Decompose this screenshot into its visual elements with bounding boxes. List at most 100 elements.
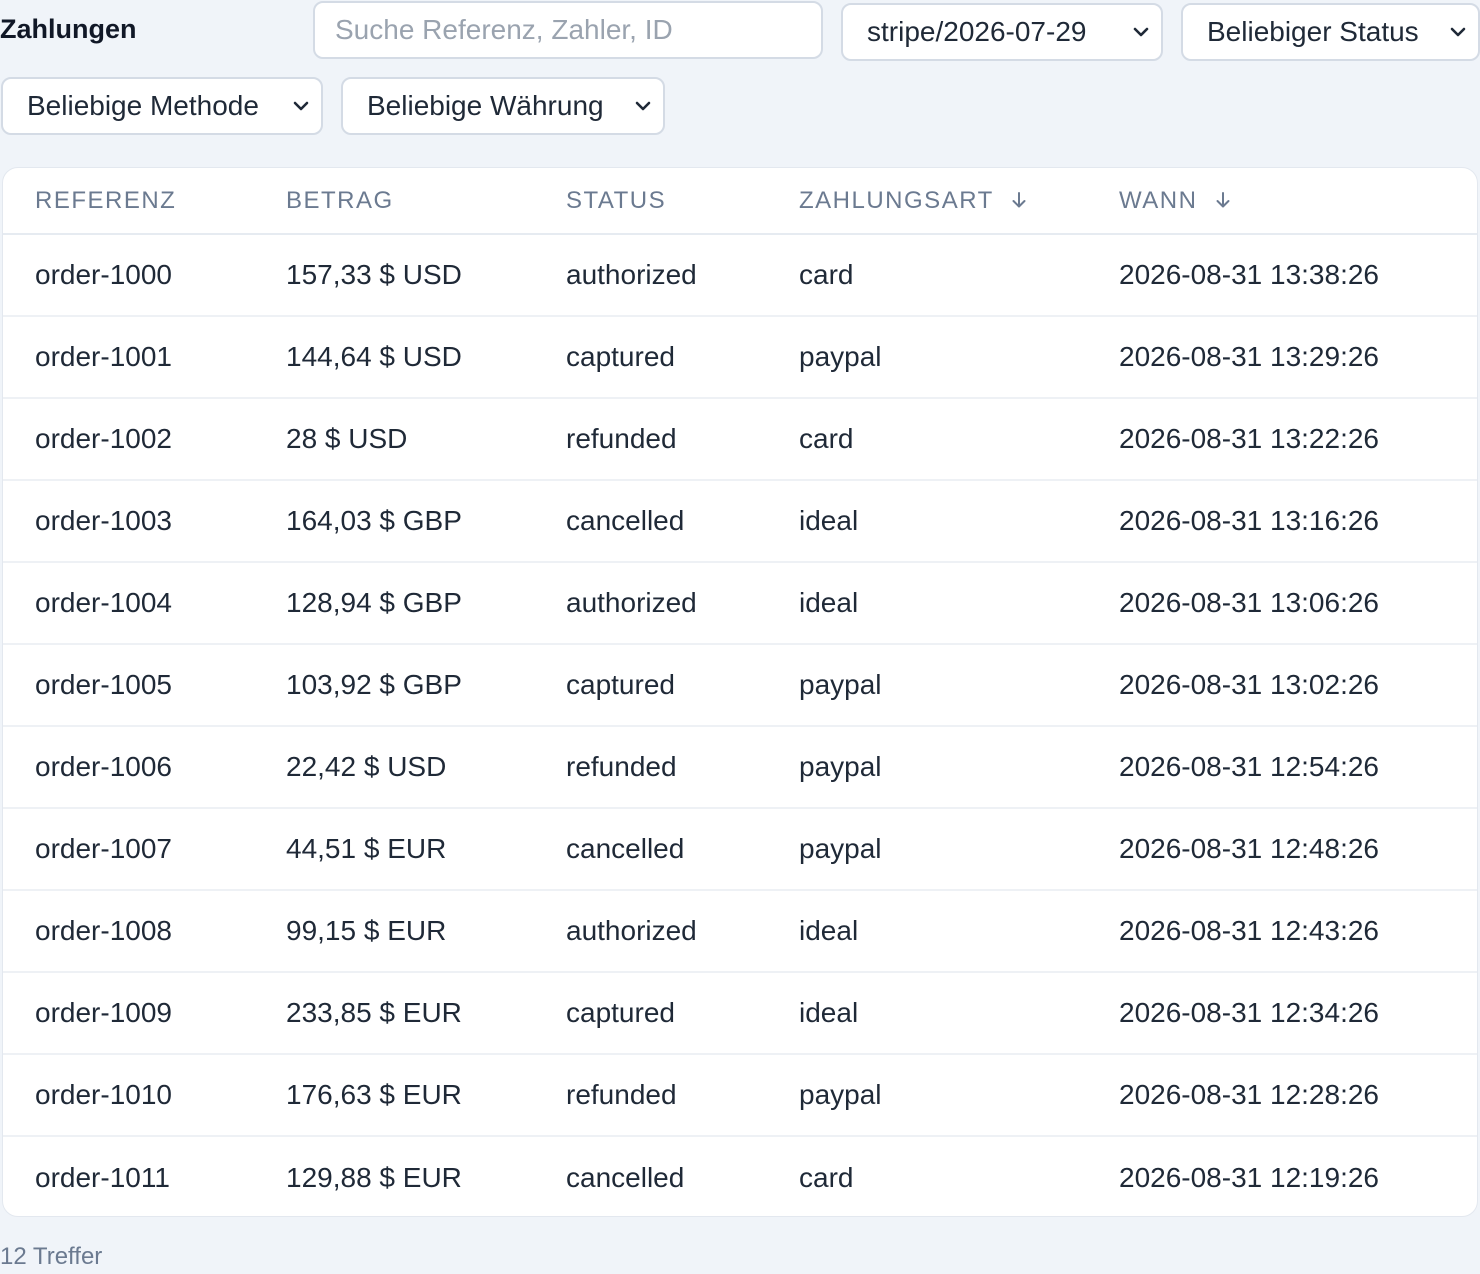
result-count: 12 Treffer	[0, 1243, 103, 1270]
cell-amount: 22,42 $ USD	[286, 726, 566, 809]
cell-when: 2026-08-31 13:38:26	[1119, 234, 1477, 317]
cell-reference: order-1008	[3, 890, 286, 973]
cell-method: paypal	[799, 726, 1119, 809]
cell-amount: 176,63 $ EUR	[286, 1054, 566, 1137]
cell-method: paypal	[799, 808, 1119, 891]
status-select[interactable]: Beliebiger Status	[1181, 3, 1480, 61]
currency-select-value: Beliebige Währung	[367, 90, 604, 121]
account-select[interactable]: stripe/2026-07-29	[841, 3, 1163, 61]
column-header-label: STATUS	[566, 186, 667, 214]
cell-amount: 164,03 $ GBP	[286, 480, 566, 563]
cell-amount: 144,64 $ USD	[286, 316, 566, 399]
cell-when: 2026-08-31 12:28:26	[1119, 1054, 1477, 1137]
cell-when: 2026-08-31 13:06:26	[1119, 562, 1477, 645]
arrow-down-icon	[1216, 191, 1230, 207]
cell-method: card	[799, 398, 1119, 481]
cell-reference: order-1005	[3, 644, 286, 727]
cell-status: cancelled	[566, 480, 799, 563]
chevron-down-icon	[1450, 27, 1466, 37]
chevron-down-icon	[635, 101, 651, 111]
cell-status: authorized	[566, 234, 799, 317]
table-row[interactable]: order-1001 144,64 $ USD captured paypal 2026…	[3, 316, 1477, 399]
cell-amount: 103,92 $ GBP	[286, 644, 566, 727]
column-header-label: REFERENZ	[35, 186, 177, 214]
chevron-down-icon	[293, 101, 309, 111]
table-body: order-1000 157,33 $ USD authorized card 2026…	[3, 234, 1477, 1216]
cell-status: captured	[566, 316, 799, 399]
cell-status: cancelled	[566, 1161, 685, 1193]
column-header-status[interactable]: STATUS	[566, 168, 799, 235]
search-input[interactable]	[313, 1, 823, 59]
cell-reference: order-1009	[3, 972, 286, 1055]
table-row[interactable]: order-1010 176,63 $ EUR refunded paypal 2026…	[3, 1054, 1477, 1137]
cell-reference: order-1000	[3, 234, 286, 317]
cell-method: ideal	[799, 972, 1119, 1055]
column-header-amount[interactable]: BETRAG	[286, 168, 566, 235]
cell-when: 2026-08-31 12:19:26	[1119, 1161, 1379, 1193]
column-header-label: BETRAG	[286, 186, 394, 214]
payments-table: REFERENZ BETRAG STATUS ZAHLUNGSART WANN	[3, 168, 1477, 1216]
cell-method: paypal	[799, 1054, 1119, 1137]
table-row[interactable]: order-1004 128,94 $ GBP authorized ideal 202…	[3, 562, 1477, 645]
cell-status: refunded	[566, 1054, 799, 1137]
cell-amount: 157,33 $ USD	[286, 234, 566, 317]
table-row[interactable]: order-1005 103,92 $ GBP captured paypal 2026…	[3, 644, 1477, 727]
account-select-value: stripe/2026-07-29	[867, 16, 1087, 47]
column-header-method[interactable]: ZAHLUNGSART	[799, 168, 1119, 235]
cell-method: card	[799, 1161, 854, 1193]
table-row[interactable]: order-1007 44,51 $ EUR cancelled paypal 2026…	[3, 808, 1477, 891]
column-header-when[interactable]: WANN	[1119, 168, 1477, 235]
cell-status: authorized	[566, 890, 799, 973]
cell-status: captured	[566, 644, 799, 727]
table-row[interactable]: order-1011 129,88 $ EUR cancelled card 2026-…	[3, 1136, 1477, 1216]
cell-reference: order-1004	[3, 562, 286, 645]
table-header-row: REFERENZ BETRAG STATUS ZAHLUNGSART WANN	[3, 168, 1477, 235]
cell-amount: 129,88 $ EUR	[286, 1161, 462, 1193]
table-header: REFERENZ BETRAG STATUS ZAHLUNGSART WANN	[3, 168, 1477, 235]
method-select[interactable]: Beliebige Methode	[1, 77, 323, 135]
cell-when: 2026-08-31 12:34:26	[1119, 972, 1477, 1055]
column-header-label: WANN	[1119, 186, 1198, 214]
page-title: Zahlungen	[0, 14, 137, 44]
cell-status: captured	[566, 972, 799, 1055]
cell-reference: order-1001	[3, 316, 286, 399]
table-row[interactable]: order-1000 157,33 $ USD authorized card 2026…	[3, 234, 1477, 317]
table-row[interactable]: order-1009 233,85 $ EUR captured ideal 2026-…	[3, 972, 1477, 1055]
cell-reference: order-1003	[3, 480, 286, 563]
cell-status: authorized	[566, 562, 799, 645]
cell-reference: order-1011	[35, 1161, 170, 1193]
cell-method: paypal	[799, 316, 1119, 399]
chevron-down-icon	[1133, 27, 1149, 37]
payments-table-card: REFERENZ BETRAG STATUS ZAHLUNGSART WANN	[2, 167, 1478, 1217]
cell-amount: 28 $ USD	[286, 398, 566, 481]
method-select-value: Beliebige Methode	[27, 90, 259, 121]
column-header-reference[interactable]: REFERENZ	[3, 168, 286, 235]
cell-reference: order-1010	[3, 1054, 286, 1137]
cell-amount: 44,51 $ EUR	[286, 808, 566, 891]
table-row[interactable]: order-1008 99,15 $ EUR authorized ideal 2026…	[3, 890, 1477, 973]
cell-amount: 128,94 $ GBP	[286, 562, 566, 645]
column-header-label: ZAHLUNGSART	[799, 186, 994, 214]
cell-status: refunded	[566, 726, 799, 809]
cell-amount: 233,85 $ EUR	[286, 972, 566, 1055]
table-row[interactable]: order-1006 22,42 $ USD refunded paypal 2026-…	[3, 726, 1477, 809]
cell-when: 2026-08-31 13:02:26	[1119, 644, 1477, 727]
table-row[interactable]: order-1002 28 $ USD refunded card 2026-08-31…	[3, 398, 1477, 481]
cell-method: ideal	[799, 480, 1119, 563]
currency-select[interactable]: Beliebige Währung	[341, 77, 665, 135]
cell-when: 2026-08-31 13:22:26	[1119, 398, 1477, 481]
cell-method: ideal	[799, 562, 1119, 645]
cell-status: refunded	[566, 398, 799, 481]
cell-reference: order-1006	[3, 726, 286, 809]
cell-when: 2026-08-31 12:48:26	[1119, 808, 1477, 891]
cell-when: 2026-08-31 13:16:26	[1119, 480, 1477, 563]
cell-method: ideal	[799, 890, 1119, 973]
cell-reference: order-1002	[3, 398, 286, 481]
cell-when: 2026-08-31 12:43:26	[1119, 890, 1477, 973]
cell-method: paypal	[799, 644, 1119, 727]
cell-status: cancelled	[566, 808, 799, 891]
cell-amount: 99,15 $ EUR	[286, 890, 566, 973]
cell-reference: order-1007	[3, 808, 286, 891]
table-row[interactable]: order-1003 164,03 $ GBP cancelled ideal 2026…	[3, 480, 1477, 563]
cell-method: card	[799, 234, 1119, 317]
